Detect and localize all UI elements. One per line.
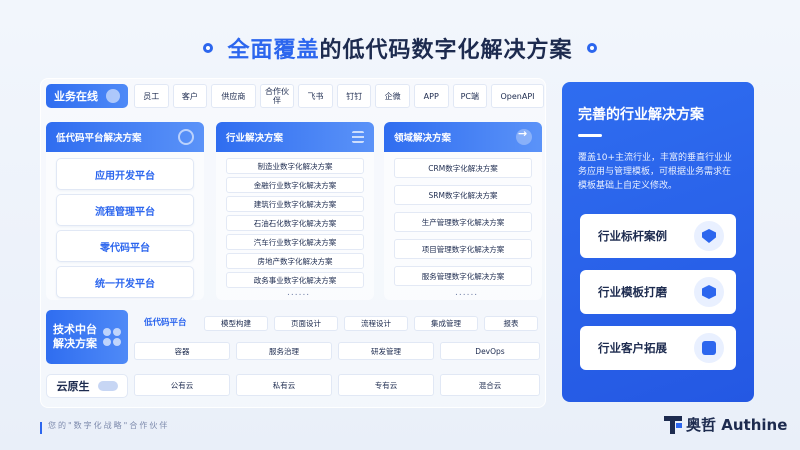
- channel-chip[interactable]: 飞书: [298, 84, 333, 108]
- domain-item[interactable]: 项目管理数字化解决方案: [394, 239, 532, 259]
- title-underline: [578, 134, 602, 137]
- title-dot-left-icon: [203, 43, 214, 53]
- lowcode-panel-header: 低代码平台解决方案: [46, 122, 204, 152]
- benchmark-case-card[interactable]: 行业标杆案例: [580, 214, 736, 258]
- lowcode-panel: 低代码平台解决方案 应用开发平台 流程管理平台 零代码平台 统一开发平台: [46, 122, 204, 300]
- industry-item[interactable]: 房地产数字化解决方案: [226, 253, 364, 269]
- industry-panel-header: 行业解决方案: [216, 122, 374, 152]
- domain-panel-title: 领域解决方案: [394, 133, 452, 144]
- channel-chip[interactable]: 企微: [375, 84, 410, 108]
- brand-name: 奥哲 Authine: [686, 414, 787, 435]
- industry-more: ......: [287, 288, 311, 298]
- tech-lowcode-chip[interactable]: 页面设计: [274, 316, 338, 331]
- grid-icon: [103, 328, 121, 346]
- tech-lowcode-chip[interactable]: 报表: [484, 316, 538, 331]
- lowcode-item[interactable]: 统一开发平台: [56, 266, 194, 298]
- tech-lowcode-chip[interactable]: 模型构建: [204, 316, 268, 331]
- tech-bottom-chip[interactable]: 容器: [134, 342, 230, 360]
- hexagon-icon: [694, 277, 724, 307]
- domain-item[interactable]: 服务管理数字化解决方案: [394, 266, 532, 286]
- tech-platform-line2: 解决方案: [53, 337, 97, 350]
- person-icon: [694, 333, 724, 363]
- industry-item[interactable]: 金融行业数字化解决方案: [226, 177, 364, 193]
- template-polish-card[interactable]: 行业模板打磨: [580, 270, 736, 314]
- customer-expansion-label: 行业客户拓展: [598, 341, 667, 355]
- title-highlight: 全面覆盖: [227, 38, 320, 63]
- brand-logo: 奥哲 Authine: [664, 414, 787, 435]
- brand-mark-icon: [664, 415, 682, 434]
- lowcode-item[interactable]: 流程管理平台: [56, 194, 194, 226]
- industry-solution-panel: 完善的行业解决方案 覆盖10+主流行业，丰富的垂直行业业务应用与管理模板，可根据…: [562, 82, 754, 402]
- cloud-chip[interactable]: 私有云: [236, 374, 332, 396]
- tech-bottom-chip[interactable]: DevOps: [440, 342, 540, 360]
- lowcode-panel-icon: [178, 129, 194, 145]
- tech-bottom-chip[interactable]: 服务治理: [236, 342, 332, 360]
- cloud-native-label: 云原生: [46, 374, 128, 398]
- footer-accent-line: [40, 422, 42, 434]
- channel-chip[interactable]: PC端: [452, 84, 488, 108]
- tech-platform-label: 技术中台 解决方案: [46, 310, 128, 364]
- tech-lowcode-label: 低代码平台: [144, 318, 187, 328]
- domain-panel: 领域解决方案 CRM数字化解决方案 SRM数字化解决方案 生产管理数字化解决方案…: [384, 122, 542, 300]
- tech-platform-text: 技术中台 解决方案: [53, 323, 97, 351]
- cloud-native-text: 云原生: [56, 380, 90, 393]
- tech-bottom-chip[interactable]: 研发管理: [338, 342, 434, 360]
- channel-chip[interactable]: 供应商: [211, 84, 256, 108]
- lowcode-item[interactable]: 应用开发平台: [56, 158, 194, 190]
- tech-platform-area: 低代码平台 模型构建 页面设计 流程设计 集成管理 报表 容器 服务治理 研发管…: [134, 310, 544, 364]
- title-dot-right-icon: [586, 43, 597, 53]
- channel-chip[interactable]: 合作伙伴: [259, 84, 295, 108]
- footer-slogan: 您的"数字化战略"合作伙伴: [48, 421, 170, 430]
- industry-item[interactable]: 制造业数字化解决方案: [226, 158, 364, 174]
- customer-expansion-card[interactable]: 行业客户拓展: [580, 326, 736, 370]
- domain-item[interactable]: 生产管理数字化解决方案: [394, 212, 532, 232]
- business-online-text: 业务在线: [54, 90, 98, 103]
- industry-item[interactable]: 汽车行业数字化解决方案: [226, 234, 364, 250]
- channel-chip[interactable]: 员工: [134, 84, 169, 108]
- industry-item[interactable]: 石油石化数字化解决方案: [226, 215, 364, 231]
- domain-panel-header: 领域解决方案: [384, 122, 542, 152]
- arrow-icon: [516, 127, 532, 145]
- template-polish-label: 行业模板打磨: [598, 285, 667, 299]
- channel-chip[interactable]: 钉钉: [336, 84, 372, 108]
- industry-item[interactable]: 政务事业数字化解决方案: [226, 272, 364, 288]
- domain-more: ......: [455, 288, 479, 298]
- industry-solution-description: 覆盖10+主流行业，丰富的垂直行业业务应用与管理模板，可根据业务需求在模板基础上…: [578, 153, 732, 191]
- channel-chip[interactable]: 客户: [172, 84, 208, 108]
- page-header: 全面覆盖的低代码数字化解决方案: [0, 28, 800, 68]
- title-rest: 的低代码数字化解决方案: [319, 38, 573, 63]
- industry-solution-title: 完善的行业解决方案: [578, 107, 704, 123]
- business-channel-row: 员工 客户 供应商 合作伙伴 飞书 钉钉 企微 APP PC端 OpenAPI: [134, 84, 544, 108]
- star-shield-icon: [694, 221, 724, 251]
- lowcode-item[interactable]: 零代码平台: [56, 230, 194, 262]
- business-online-icon: [106, 89, 120, 103]
- cloud-icon: [97, 381, 118, 391]
- list-icon: [352, 131, 364, 143]
- industry-panel: 行业解决方案 制造业数字化解决方案 金融行业数字化解决方案 建筑行业数字化解决方…: [216, 122, 374, 300]
- benchmark-case-label: 行业标杆案例: [598, 229, 667, 243]
- brand-name-en: Authine: [721, 416, 788, 434]
- page-title: 全面覆盖的低代码数字化解决方案: [227, 32, 572, 64]
- tech-platform-line1: 技术中台: [53, 323, 97, 336]
- channel-chip[interactable]: APP: [413, 84, 449, 108]
- tech-lowcode-chip[interactable]: 流程设计: [344, 316, 408, 331]
- cloud-chip[interactable]: 混合云: [440, 374, 540, 396]
- cloud-chip[interactable]: 公有云: [134, 374, 230, 396]
- brand-name-cn: 奥哲: [686, 416, 717, 434]
- lowcode-panel-title: 低代码平台解决方案: [56, 133, 142, 144]
- industry-panel-title: 行业解决方案: [226, 133, 284, 144]
- channel-chip[interactable]: OpenAPI: [491, 84, 544, 108]
- domain-item[interactable]: CRM数字化解决方案: [394, 158, 532, 178]
- business-online-label: 业务在线: [46, 84, 128, 108]
- domain-item[interactable]: SRM数字化解决方案: [394, 185, 532, 205]
- tech-lowcode-chip[interactable]: 集成管理: [414, 316, 478, 331]
- cloud-chip[interactable]: 专有云: [338, 374, 434, 396]
- industry-item[interactable]: 建筑行业数字化解决方案: [226, 196, 364, 212]
